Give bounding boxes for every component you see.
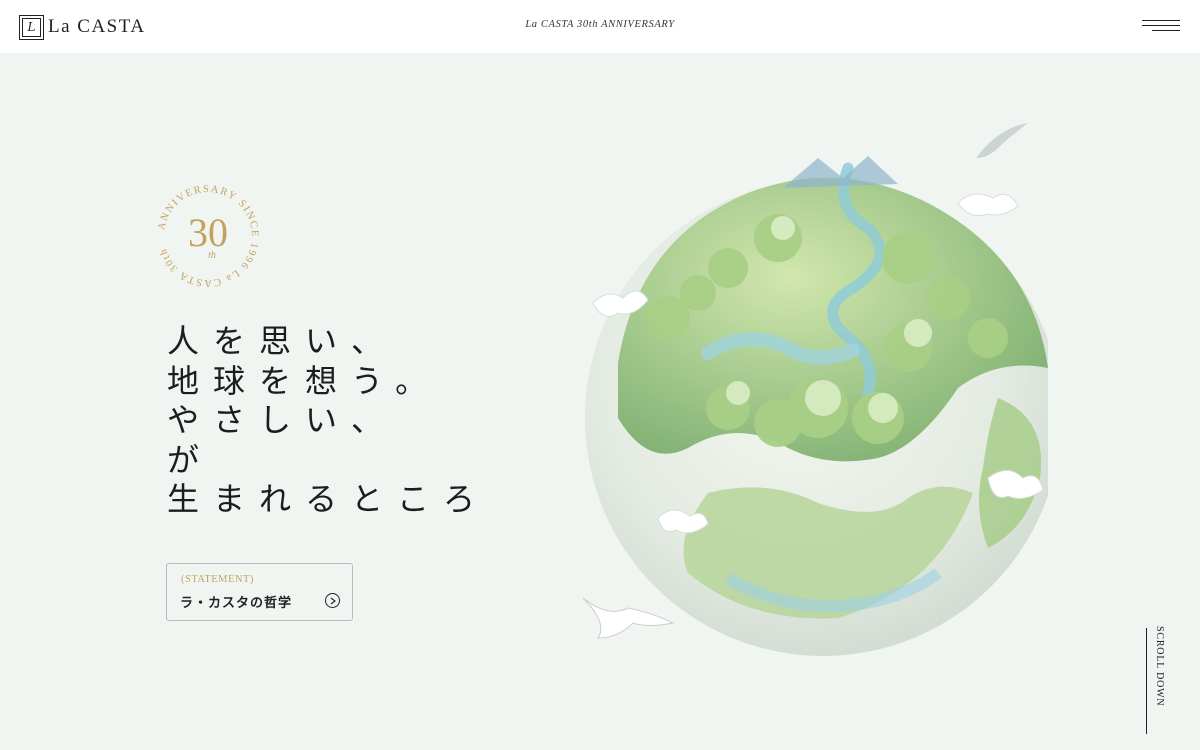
headline-line-2: 地球を想う。: [167, 361, 442, 400]
headline-line-1: 人を思い、: [167, 322, 398, 360]
headline-line-5: 生まれるところ: [167, 480, 490, 518]
hero-headline: 人を思い、 地球を想う。 やさしい、 が 生まれるところ: [167, 322, 489, 520]
headline-line-3: やさしい、: [167, 401, 398, 439]
statement-label: ラ・カスタの哲学: [180, 596, 293, 611]
badge-suffix: th: [208, 250, 216, 261]
scroll-down-label: SCROLL DOWN: [1154, 626, 1165, 707]
headline-line-4: が: [167, 440, 214, 479]
badge-number: 30: [188, 210, 228, 255]
scroll-line: [1146, 628, 1147, 734]
statement-kicker: (STATEMENT): [181, 574, 254, 585]
scroll-down-indicator[interactable]: SCROLL DOWN: [1140, 626, 1180, 736]
anniversary-badge: ANNIVERSARY SINCE 1996 La CASTA 30th 30 …: [152, 180, 264, 292]
statement-button[interactable]: (STATEMENT) ラ・カスタの哲学: [166, 563, 353, 621]
earth-illustration: [578, 118, 1061, 678]
header-title: La CASTA 30th ANNIVERSARY: [525, 19, 675, 30]
site-header: L La CASTA La CASTA 30th ANNIVERSARY: [0, 0, 1200, 53]
arrow-circle-right-icon: [325, 593, 340, 608]
hamburger-menu-icon[interactable]: [1140, 19, 1180, 33]
